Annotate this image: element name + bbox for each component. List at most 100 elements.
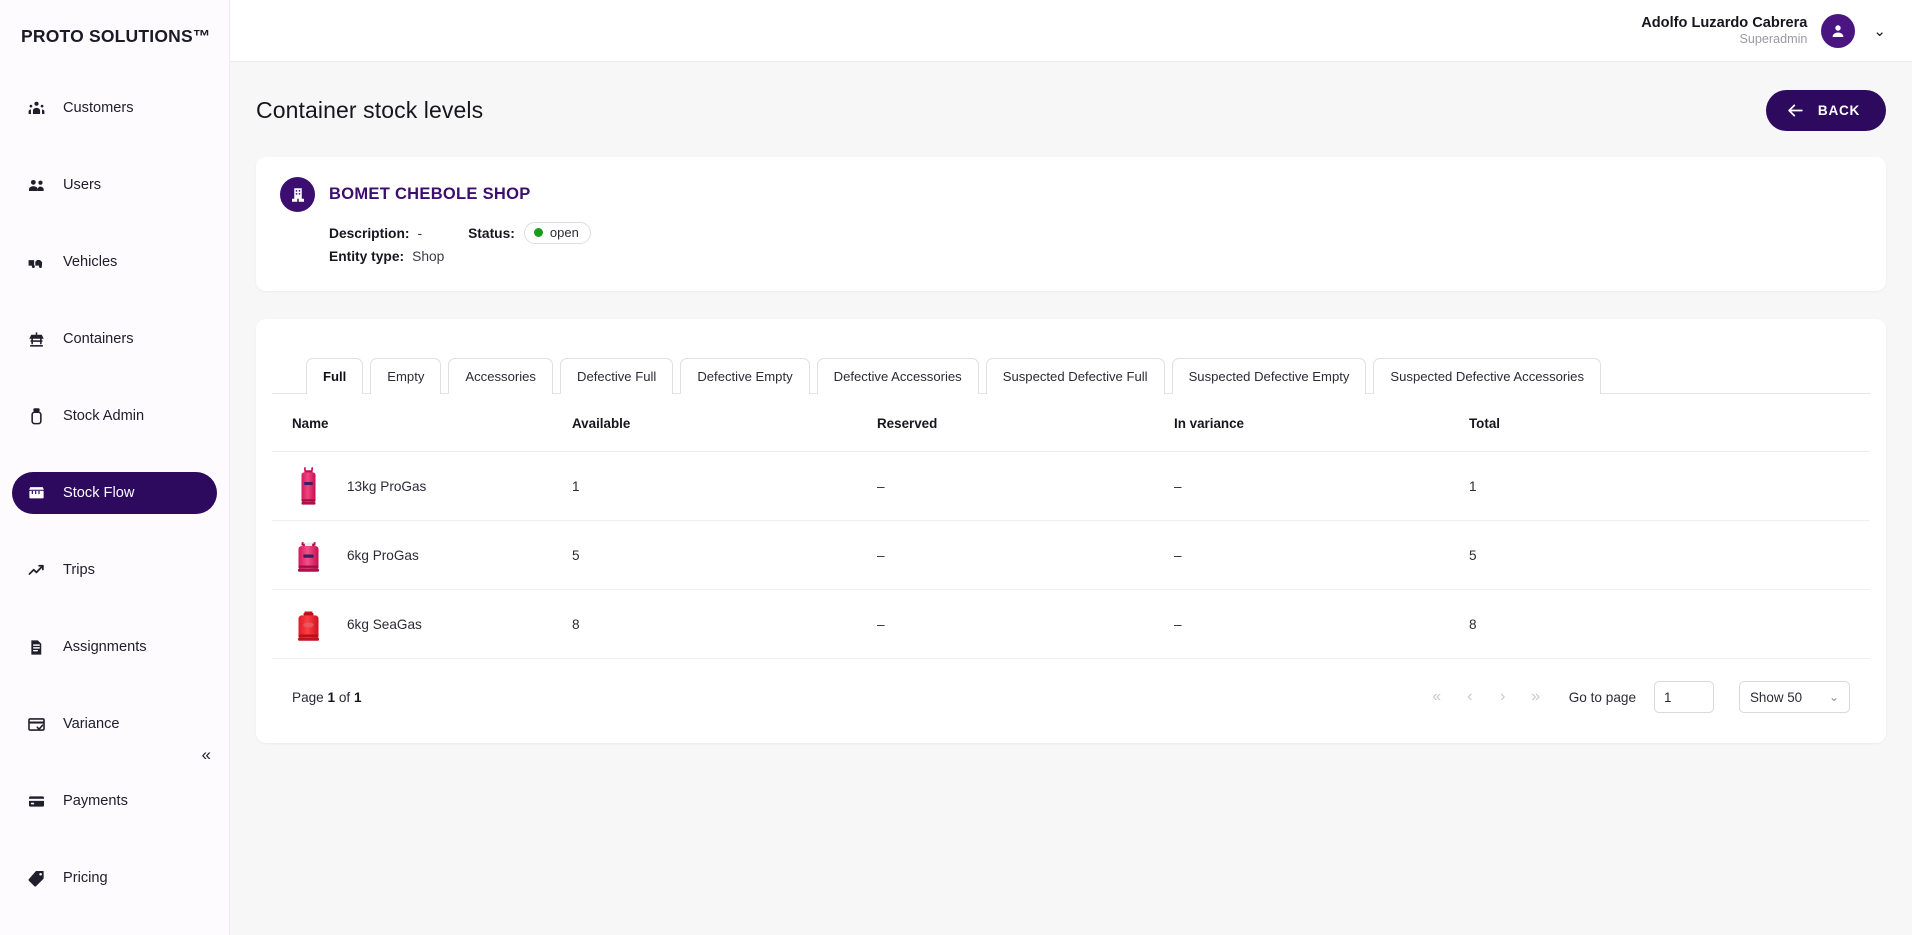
next-page-icon[interactable]: › bbox=[1491, 684, 1515, 710]
tab-label: Full bbox=[323, 369, 347, 384]
pricing-icon bbox=[27, 869, 46, 888]
containers-icon bbox=[27, 330, 46, 349]
cell-name: 13kg ProGas bbox=[272, 451, 572, 521]
entity-type-label: Entity type: bbox=[329, 249, 405, 264]
cell-in-variance: – bbox=[1174, 520, 1469, 590]
cell-reserved: – bbox=[877, 451, 1174, 521]
page-indicator: Page 1 of 1 bbox=[292, 690, 362, 705]
description-value: - bbox=[417, 225, 423, 241]
back-button[interactable]: BACK bbox=[1765, 90, 1886, 131]
table-row[interactable]: 6kg ProGas 5 – – 5 bbox=[272, 520, 1870, 590]
stock-admin-icon bbox=[27, 407, 46, 426]
sidebar: PROTO SOLUTIONS™ Customers Users Vehicle… bbox=[0, 0, 230, 935]
pagination: Page 1 of 1 « ‹ › » Go to page Show 50 bbox=[272, 659, 1870, 717]
user-name: Adolfo Luzardo Cabrera bbox=[1641, 14, 1808, 31]
sidebar-item-label: Stock Flow bbox=[63, 485, 135, 501]
tab-suspected-defective-empty[interactable]: Suspected Defective Empty bbox=[1171, 358, 1367, 394]
tab-empty[interactable]: Empty bbox=[370, 358, 442, 394]
variance-icon bbox=[27, 715, 46, 734]
sidebar-item-trips[interactable]: Trips bbox=[12, 549, 217, 591]
main-area: Adolfo Luzardo Cabrera Superadmin ⌄ Cont… bbox=[230, 0, 1912, 935]
topbar: Adolfo Luzardo Cabrera Superadmin ⌄ bbox=[230, 0, 1912, 62]
first-page-icon[interactable]: « bbox=[1425, 684, 1449, 710]
sidebar-item-label: Pricing bbox=[63, 870, 108, 886]
last-page-icon[interactable]: » bbox=[1524, 684, 1548, 710]
status-value: open bbox=[549, 225, 579, 240]
sidebar-item-pricing[interactable]: Pricing bbox=[12, 857, 217, 899]
tab-defective-empty[interactable]: Defective Empty bbox=[680, 358, 810, 394]
tab-label: Defective Full bbox=[576, 369, 657, 384]
cell-in-variance: – bbox=[1174, 451, 1469, 521]
cell-total: 8 bbox=[1469, 589, 1870, 659]
avatar[interactable] bbox=[1821, 13, 1856, 48]
app-root: PROTO SOLUTIONS™ Customers Users Vehicle… bbox=[0, 0, 1912, 935]
user-avatar-icon bbox=[1833, 24, 1844, 37]
sidebar-item-assignments[interactable]: Assignments bbox=[12, 626, 217, 668]
tab-suspected-defective-accessories[interactable]: Suspected Defective Accessories bbox=[1373, 358, 1602, 394]
sidebar-item-stock-flow[interactable]: Stock Flow bbox=[12, 472, 217, 514]
page-title: Container stock levels bbox=[256, 97, 484, 123]
sidebar-item-customers[interactable]: Customers bbox=[12, 87, 217, 129]
cell-in-variance: – bbox=[1174, 589, 1469, 659]
goto-page-input[interactable] bbox=[1654, 681, 1714, 713]
pagination-controls: « ‹ › » Go to page Show 50 ⌄ bbox=[1425, 681, 1850, 713]
table-row[interactable]: 13kg ProGas 1 – – 1 bbox=[272, 451, 1870, 521]
table-row[interactable]: 6kg SeaGas 8 – – 8 bbox=[272, 589, 1870, 659]
chevron-down-icon[interactable]: ⌄ bbox=[1869, 20, 1890, 42]
sidebar-item-containers[interactable]: Containers bbox=[12, 318, 217, 360]
user-info: Adolfo Luzardo Cabrera Superadmin bbox=[1641, 14, 1807, 48]
goto-page-label: Go to page bbox=[1568, 689, 1636, 705]
sidebar-item-vehicles[interactable]: Vehicles bbox=[12, 241, 217, 283]
tab-defective-full[interactable]: Defective Full bbox=[559, 358, 674, 394]
sidebar-item-payments[interactable]: Payments bbox=[12, 780, 217, 822]
page-prefix: Page bbox=[292, 689, 324, 705]
tab-full[interactable]: Full bbox=[306, 358, 364, 394]
cell-name: 6kg SeaGas bbox=[272, 589, 572, 659]
cell-name: 6kg ProGas bbox=[272, 520, 572, 590]
status-dot-icon bbox=[533, 228, 543, 237]
sidebar-item-label: Containers bbox=[63, 331, 134, 347]
tab-label: Suspected Defective Full bbox=[1002, 369, 1148, 384]
prev-page-icon[interactable]: ‹ bbox=[1458, 684, 1482, 710]
entity-card: BOMET CHEBOLE SHOP Description: - Status… bbox=[256, 157, 1886, 291]
column-header-reserved: Reserved bbox=[877, 394, 1174, 452]
chevron-down-icon: ⌄ bbox=[1828, 690, 1839, 704]
sidebar-item-variance[interactable]: Variance bbox=[12, 703, 217, 745]
entity-header: BOMET CHEBOLE SHOP bbox=[280, 177, 1862, 212]
cell-available: 1 bbox=[572, 451, 877, 521]
sidebar-item-label: Vehicles bbox=[63, 254, 118, 270]
tab-suspected-defective-full[interactable]: Suspected Defective Full bbox=[985, 358, 1165, 394]
entity-description-row: Description: - Status: open bbox=[329, 222, 1862, 244]
tab-defective-accessories[interactable]: Defective Accessories bbox=[816, 358, 979, 394]
stock-table-card: Full Empty Accessories Defective Full De… bbox=[256, 319, 1886, 743]
payments-icon bbox=[27, 792, 46, 811]
cell-available: 8 bbox=[572, 589, 877, 659]
cell-reserved: – bbox=[877, 589, 1174, 659]
page-size-label: Show 50 bbox=[1750, 689, 1803, 705]
gas-cylinder-tall-pink-icon bbox=[292, 465, 325, 507]
tab-label: Empty bbox=[387, 369, 425, 384]
tab-label: Accessories bbox=[465, 369, 536, 384]
sidebar-item-label: Variance bbox=[63, 716, 120, 732]
users-icon bbox=[27, 176, 46, 195]
page-size-select[interactable]: Show 50 ⌄ bbox=[1739, 681, 1850, 713]
status-label: Status: bbox=[468, 225, 515, 241]
status-badge: open bbox=[523, 222, 591, 244]
table-body: 13kg ProGas 1 – – 1 6kg ProGas 5 – – 5 6… bbox=[272, 451, 1870, 659]
cell-available: 5 bbox=[572, 520, 877, 590]
sidebar-collapse-icon[interactable]: « bbox=[202, 746, 211, 763]
sidebar-item-users[interactable]: Users bbox=[12, 164, 217, 206]
back-button-label: BACK bbox=[1817, 103, 1860, 118]
cell-total: 5 bbox=[1469, 520, 1870, 590]
table-header-row: Name Available Reserved In variance Tota… bbox=[272, 394, 1870, 452]
page-header: Container stock levels BACK bbox=[256, 90, 1886, 131]
sidebar-item-stock-admin[interactable]: Stock Admin bbox=[12, 395, 217, 437]
sidebar-item-label: Stock Admin bbox=[63, 408, 145, 424]
sidebar-item-label: Trips bbox=[63, 562, 95, 578]
tab-accessories[interactable]: Accessories bbox=[448, 358, 553, 394]
sidebar-nav: Customers Users Vehicles Containers Stoc… bbox=[0, 87, 229, 899]
sidebar-item-label: Assignments bbox=[63, 639, 147, 655]
tab-label: Suspected Defective Accessories bbox=[1390, 369, 1585, 384]
tab-label: Defective Empty bbox=[697, 369, 793, 384]
entity-name: BOMET CHEBOLE SHOP bbox=[329, 185, 531, 203]
